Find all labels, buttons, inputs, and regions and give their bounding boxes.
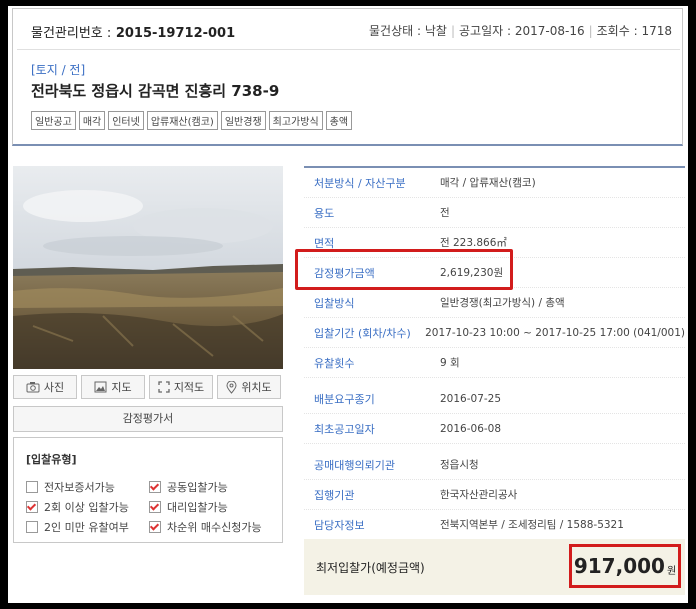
tag: 일반공고	[31, 111, 76, 130]
tag: 일반경쟁	[220, 111, 266, 130]
bid-option-joint-bid: 공동입찰가능	[149, 479, 228, 495]
views-value: 1718	[641, 24, 672, 38]
notice-date-value: 2017-08-16	[514, 24, 585, 38]
bid-option-fail-under-two: 2인 미만 유찰여부	[26, 519, 129, 535]
checkbox	[149, 521, 161, 533]
location-map-button[interactable]: 위치도	[217, 375, 281, 399]
photo-button-label: 사진	[43, 381, 65, 394]
map-button[interactable]: 지도	[81, 375, 145, 399]
photo-tabs: 사진 지도 지적도 위치도	[13, 375, 281, 399]
expand-icon	[158, 381, 170, 393]
map-button-label: 지도	[111, 381, 132, 394]
header-divider	[17, 49, 680, 50]
tag: 인터넷	[108, 111, 144, 130]
notice-date-label: 공고일자 :	[458, 24, 512, 38]
bid-option-electronic-guarantee: 전자보증서가능	[26, 479, 115, 495]
minimum-bid-label: 최저입찰가(예정금액)	[316, 561, 425, 575]
item-header: 물건관리번호 : 2015-19712-001 물건상태 : 낙찰 | 공고일자 :…	[12, 8, 683, 146]
appraised-value-highlight	[295, 249, 513, 290]
info-row-distribution-deadline: 배분요구종기 2016-07-25	[304, 384, 685, 414]
bid-option-proxy-bid: 대리입찰가능	[149, 499, 228, 515]
tag: 매각	[78, 111, 106, 130]
tag: 압류재산(캠코)	[146, 111, 218, 130]
appraisal-report-button[interactable]: 감정평가서	[13, 406, 283, 432]
management-number: 물건관리번호 : 2015-19712-001	[31, 22, 235, 41]
tag-list: 일반공고 매각 인터넷 압류재산(캠코) 일반경쟁 최고가방식 총액	[31, 111, 353, 130]
location-pin-icon	[226, 380, 237, 394]
info-row-first-notice: 최초공고일자 2016-06-08	[304, 414, 685, 444]
item-category: [토지 / 전]	[31, 63, 86, 77]
location-map-button-label: 위치도	[241, 381, 272, 394]
checkbox	[149, 481, 161, 493]
info-row-bid-method: 입찰방식 일반경쟁(최고가방식) / 총액	[304, 288, 685, 318]
checkbox	[26, 481, 38, 493]
bid-type-title: [입찰유형]	[26, 453, 77, 466]
item-status-bar: 물건상태 : 낙찰 | 공고일자 : 2017-08-16 | 조회수 : 1718	[368, 24, 672, 38]
camera-icon	[26, 382, 40, 393]
photo-button[interactable]: 사진	[13, 375, 77, 399]
bid-option-multiple-bids: 2회 이상 입찰가능	[26, 499, 129, 515]
status-value: 낙찰	[424, 24, 447, 38]
minimum-bid-unit: 원	[666, 566, 677, 577]
info-row-contact: 담당자정보 전북지역본부 / 조세정리팀 / 1588-5321	[304, 510, 685, 540]
info-row-disposal: 처분방식 / 자산구분 매각 / 압류재산(캠코)	[304, 168, 685, 198]
bid-option-second-bidder: 차순위 매수신청가능	[149, 519, 262, 535]
minimum-bid-highlight: 917,000 원	[569, 544, 681, 588]
property-photo[interactable]	[13, 166, 283, 369]
minimum-bid-box: 최저입찰가(예정금액) 917,000 원	[304, 539, 685, 595]
cadastral-map-button[interactable]: 지적도	[149, 375, 213, 399]
views-label: 조회수 :	[596, 24, 638, 38]
tag: 총액	[325, 111, 353, 130]
minimum-bid-amount: 917,000	[573, 554, 665, 578]
management-number-value: 2015-19712-001	[115, 26, 236, 41]
item-address: 전라북도 정읍시 감곡면 진흥리 738-9	[31, 82, 280, 100]
checkbox	[26, 501, 38, 513]
management-number-label: 물건관리번호 :	[31, 26, 112, 41]
checkbox	[26, 521, 38, 533]
item-info-table: 처분방식 / 자산구분 매각 / 압류재산(캠코) 용도 전 면적 전 223.866…	[304, 166, 685, 540]
info-row-usage: 용도 전	[304, 198, 685, 228]
status-label: 물건상태 :	[368, 24, 422, 38]
info-row-requesting-agency: 공매대행의뢰기관 정읍시청	[304, 450, 685, 480]
info-row-executing-agency: 집행기관 한국자산관리공사	[304, 480, 685, 510]
auction-item-panel: 물건관리번호 : 2015-19712-001 물건상태 : 낙찰 | 공고일자 :…	[8, 6, 688, 603]
bid-type-box: [입찰유형] 전자보증서가능 공동입찰가능 2회 이상 입찰가능 대리입찰가능 …	[13, 437, 283, 543]
info-row-bid-period: 입찰기간 (회차/차수) 2017-10-23 10:00 ~ 2017-10-2…	[304, 318, 685, 348]
cadastral-map-button-label: 지적도	[173, 381, 205, 394]
checkbox	[149, 501, 161, 513]
image-icon	[94, 381, 107, 393]
tag: 최고가방식	[268, 111, 323, 130]
info-row-failed-count: 유찰횟수 9 회	[304, 348, 685, 378]
